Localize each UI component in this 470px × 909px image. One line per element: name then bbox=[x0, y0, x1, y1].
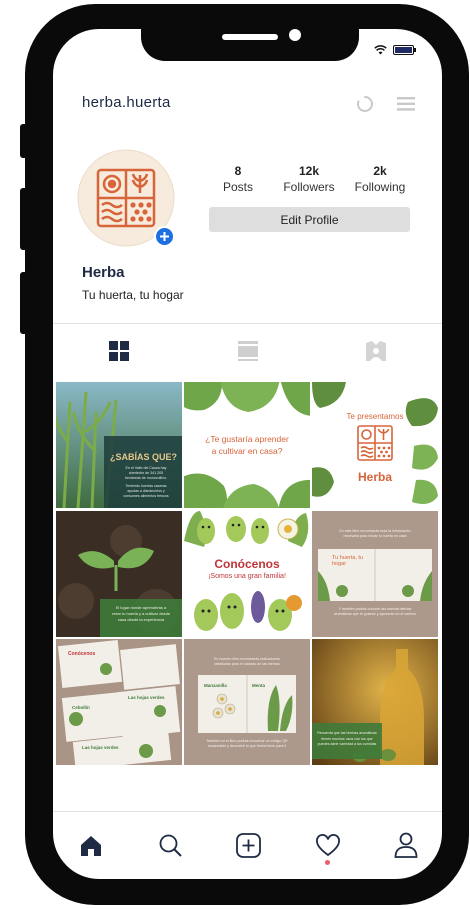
post-tile-3[interactable]: Te presentamos Herba bbox=[312, 382, 438, 508]
nav-activity[interactable] bbox=[315, 834, 341, 863]
post-9-line: puedes darle variedad a tus comidas bbox=[317, 742, 377, 746]
post-6-line: necesaria para iniciar tu huerta en casa bbox=[343, 534, 407, 538]
post-3-brand: Herba bbox=[357, 470, 392, 484]
following-label[interactable]: Following bbox=[345, 180, 415, 194]
home-icon bbox=[79, 836, 103, 862]
tab-grid[interactable] bbox=[109, 341, 129, 366]
post-8-line: detalladas para el cuidado de las hierba… bbox=[214, 662, 280, 666]
post-7-page-title: Las hojas verdes bbox=[82, 745, 119, 750]
post-6-book-title: Tu huerta, tu hogar bbox=[332, 555, 363, 567]
edit-profile-button[interactable]: Edit Profile bbox=[209, 207, 410, 232]
post-7-page-title: Cebollín bbox=[72, 705, 90, 710]
post-8-line: escaneable y descubrir lo que Herba tien… bbox=[207, 744, 287, 748]
post-2-subtitle: a cultivar en casa? bbox=[211, 446, 283, 456]
nav-search[interactable] bbox=[158, 833, 183, 863]
posts-count: 8 bbox=[234, 164, 242, 178]
add-story-icon[interactable] bbox=[154, 226, 175, 252]
post-1-title: ¿SABÍAS QUE? bbox=[110, 452, 178, 462]
post-tile-9[interactable]: Recuerda que las hierbas aromáticas tien… bbox=[312, 639, 438, 765]
notification-dot bbox=[325, 860, 330, 865]
status-bar bbox=[374, 42, 417, 60]
post-6-line: aromáticas que te guiarán y ayudarán en … bbox=[334, 612, 416, 616]
add-post-icon bbox=[236, 833, 261, 862]
post-tile-2[interactable]: ¿Te gustaría aprender a cultivar en casa… bbox=[184, 382, 310, 508]
wifi-icon bbox=[374, 42, 387, 60]
profile-bio: Tu huerta, tu hogar bbox=[82, 288, 184, 302]
post-tile-4[interactable]: El lugar donde aprenderás a crear tu hue… bbox=[56, 511, 182, 637]
tagged-icon bbox=[366, 341, 386, 365]
post-tile-8[interactable]: En nuestro libro encontrarás indicacione… bbox=[184, 639, 310, 765]
followers-label[interactable]: Followers bbox=[274, 180, 344, 194]
menu-icon[interactable] bbox=[397, 97, 415, 116]
front-camera bbox=[289, 29, 301, 41]
profile-name: Herba bbox=[82, 264, 125, 281]
post-tile-1[interactable]: ¿SABÍAS QUE? En el Valle del Cauca hay a… bbox=[56, 382, 182, 508]
post-2-title: ¿Te gustaría aprender bbox=[205, 434, 289, 444]
post-7-page-title: Conócenos bbox=[68, 651, 96, 657]
profile-icon bbox=[394, 832, 418, 862]
post-1-line: consumes alimentos frescos bbox=[123, 494, 169, 498]
divider bbox=[53, 811, 442, 812]
following-count[interactable]: 2k bbox=[345, 164, 415, 178]
nav-home[interactable] bbox=[79, 834, 103, 863]
post-tile-6[interactable]: En este libro encontrarás toda la inform… bbox=[312, 511, 438, 637]
post-4-line: casa desde la experiencia bbox=[117, 617, 165, 622]
followers-count[interactable]: 12k bbox=[274, 164, 344, 178]
post-5-title: Conócenos bbox=[214, 557, 280, 571]
feed-icon bbox=[238, 341, 258, 365]
post-3-title: Te presentamos bbox=[346, 412, 404, 421]
profile-username: herba.huerta bbox=[82, 94, 171, 111]
tab-tagged[interactable] bbox=[366, 341, 386, 366]
post-8-page-title: Manzanilla bbox=[204, 683, 227, 688]
post-9-line: Recuerda que las hierbas aromáticas bbox=[317, 731, 377, 735]
post-tile-7[interactable]: Conócenos Cebollín Las hojas verdes Las … bbox=[56, 639, 182, 765]
nav-profile[interactable] bbox=[394, 832, 418, 863]
battery-icon bbox=[393, 42, 417, 60]
search-icon bbox=[158, 834, 183, 862]
posts-label: Posts bbox=[222, 180, 253, 194]
post-tile-5[interactable]: Conócenos ¡Somos una gran familia! bbox=[184, 511, 310, 637]
tab-feed[interactable] bbox=[238, 341, 258, 366]
post-7-page-title: Las hojas verdes bbox=[128, 695, 165, 700]
divider bbox=[53, 323, 442, 324]
loading-spinner-icon bbox=[356, 95, 374, 118]
grid-icon bbox=[109, 341, 129, 365]
post-5-subtitle: ¡Somos una gran familia! bbox=[208, 573, 286, 580]
speaker-grille bbox=[222, 34, 278, 40]
nav-add-post[interactable] bbox=[236, 833, 261, 863]
post-1-line: hectáreas de monocultivo. bbox=[125, 476, 167, 480]
post-8-page-title: Menta bbox=[252, 683, 266, 688]
